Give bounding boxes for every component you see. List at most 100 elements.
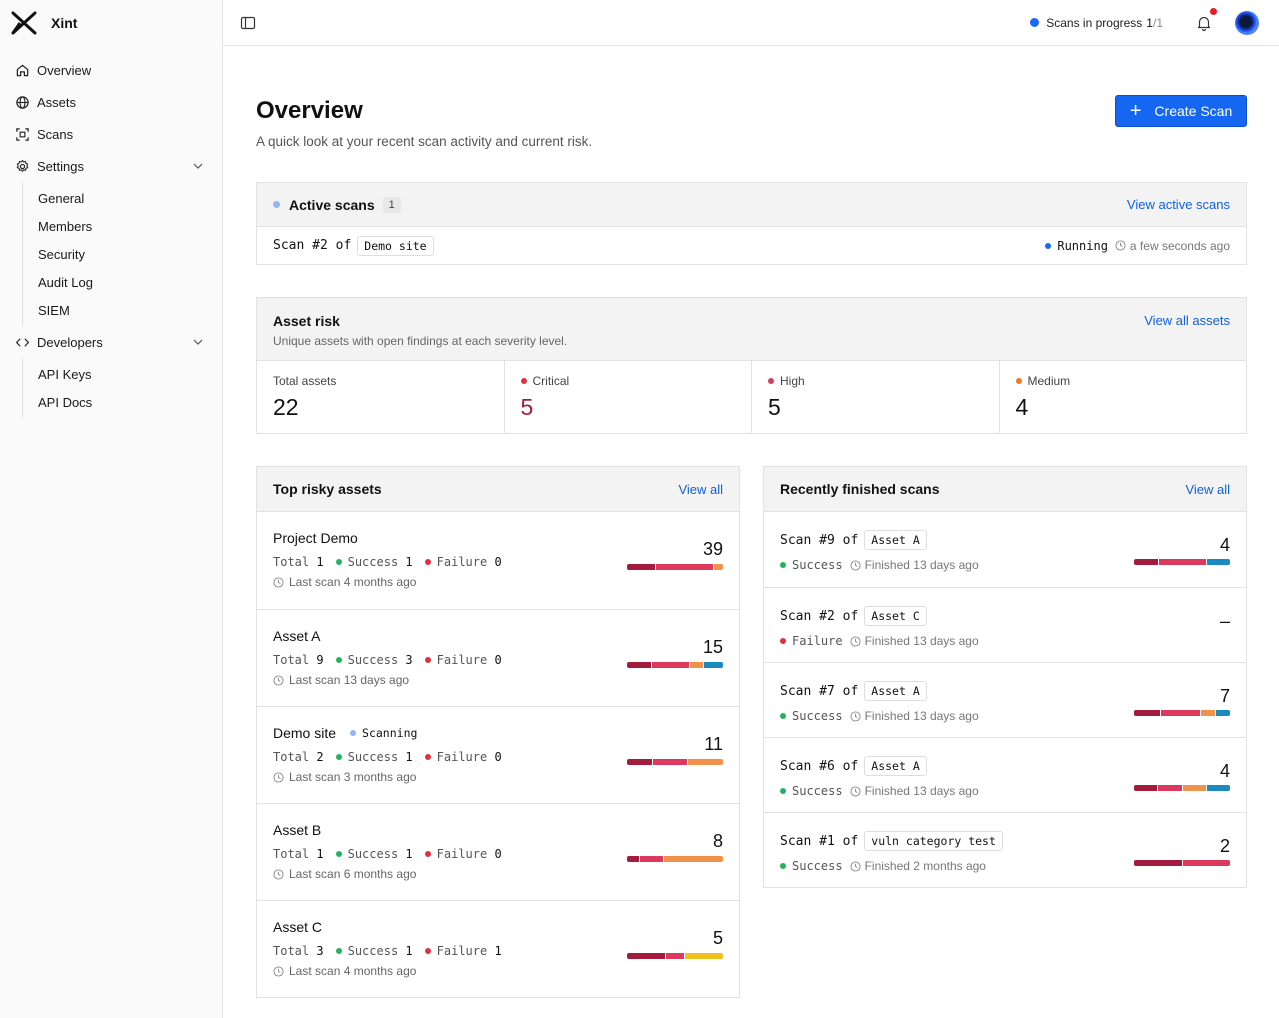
- progress-dot-icon: [1030, 18, 1040, 27]
- scan-status: Success: [792, 709, 843, 723]
- total-label: Total: [273, 555, 310, 569]
- severity-segment-high: [656, 564, 713, 570]
- severity-segment-low: [1216, 710, 1230, 716]
- sidebar-subitem-general[interactable]: General: [23, 184, 222, 212]
- asset-row[interactable]: Asset C Total 3 Success 1 Failure 1 Last sca…: [257, 900, 739, 997]
- page-title: Overview: [256, 97, 363, 124]
- scan-finished: Finished 13 days ago: [864, 558, 979, 572]
- view-all-assets-button[interactable]: View all: [678, 482, 723, 497]
- sidebar-item-label: Overview: [37, 62, 92, 78]
- scan-target: Asset A: [864, 756, 927, 776]
- severity-segment-critical: [1134, 785, 1158, 791]
- active-dot-icon: [273, 201, 280, 208]
- sidebar-item-developers[interactable]: Developers: [0, 326, 222, 358]
- active-scan-row[interactable]: Scan #2 of Demo site Running a few secon…: [257, 227, 1246, 264]
- scans-count-current: 1: [1146, 15, 1153, 30]
- sidebar-subitem-api-keys[interactable]: API Keys: [23, 360, 222, 388]
- status-dot-icon: [780, 713, 786, 719]
- asset-risk-heading: Asset risk Unique assets with open findi…: [273, 313, 567, 348]
- total-label: Total: [273, 944, 310, 958]
- bell-icon: [1197, 16, 1211, 31]
- gear-icon: [15, 159, 30, 174]
- clock-icon: [1115, 240, 1126, 251]
- asset-row[interactable]: Demo site Scanning Total 2 Success 1 Failure…: [257, 706, 739, 803]
- chevron-down-icon[interactable]: [192, 336, 204, 348]
- scan-status: Success: [792, 859, 843, 873]
- top-risky-assets-title: Top risky assets: [273, 481, 382, 497]
- topbar: Scans in progress 1/1: [223, 0, 1279, 46]
- running-dot-icon: [1045, 242, 1052, 249]
- scan-row[interactable]: Scan #7 of Asset A Success Finished 13 days…: [764, 662, 1246, 737]
- scan-row[interactable]: Scan #9 of Asset A Success Finished 13 days…: [764, 512, 1246, 587]
- notification-badge: [1210, 7, 1217, 15]
- globe-icon: [15, 95, 30, 110]
- scan-title: Scan #2 of Asset C: [780, 606, 1230, 626]
- view-active-scans-link[interactable]: View active scans: [1127, 197, 1230, 212]
- sidebar-item-label: Scans: [37, 126, 74, 142]
- asset-row[interactable]: Project Demo Total 1 Success 1 Failure 0 Las…: [257, 512, 739, 609]
- scans-in-progress-label: Scans in progress: [1046, 15, 1143, 30]
- severity-segment-critical: [627, 564, 656, 570]
- failure-label: Failure: [436, 555, 488, 569]
- sidebar-toggle-icon[interactable]: [240, 15, 256, 31]
- critical-label: Critical: [532, 374, 570, 388]
- clock-icon: [850, 635, 861, 647]
- scan-rows: Scan #9 of Asset A Success Finished 13 days…: [764, 512, 1246, 887]
- sidebar-subitem-audit-log[interactable]: Audit Log: [23, 268, 222, 296]
- sidebar-subitem-siem[interactable]: SIEM: [23, 296, 222, 324]
- chevron-down-icon[interactable]: [192, 160, 204, 172]
- asset-risk-header: Asset risk Unique assets with open findi…: [257, 298, 1246, 361]
- asset-name: Demo site: [273, 725, 337, 741]
- scan-row[interactable]: Scan #6 of Asset A Success Finished 13 days…: [764, 737, 1246, 812]
- stat-total-assets: Total assets 22: [257, 361, 505, 433]
- sidebar-item-label: Assets: [37, 94, 77, 110]
- last-scan: Last scan 13 days ago: [273, 673, 723, 687]
- create-scan-label: Create Scan: [1154, 103, 1233, 119]
- failure-label: Failure: [436, 653, 488, 667]
- sidebar-item-assets[interactable]: Assets: [0, 86, 222, 118]
- stat-critical: Critical 5: [505, 361, 752, 433]
- scan-finished: Finished 13 days ago: [864, 784, 979, 798]
- asset-score: 8: [712, 831, 723, 851]
- total-count: 3: [316, 944, 324, 958]
- stat-high: High 5: [752, 361, 1000, 433]
- severity-segment-low: [1206, 785, 1230, 791]
- active-scans-header: Active scans 1 View active scans: [257, 183, 1246, 227]
- asset-row[interactable]: Asset B Total 1 Success 1 Failure 0 Last sca…: [257, 803, 739, 900]
- sidebar-item-settings[interactable]: Settings: [0, 150, 222, 182]
- total-label: Total: [273, 653, 310, 667]
- scan-icon: [15, 127, 30, 142]
- view-all-assets-link[interactable]: View all assets: [1144, 313, 1230, 328]
- success-count: 1: [405, 847, 413, 861]
- stat-value: 5: [768, 394, 781, 420]
- severity-segment-critical: [627, 953, 665, 959]
- scan-prefix: Scan #9 of: [780, 532, 859, 548]
- create-scan-button[interactable]: + Create Scan: [1115, 95, 1247, 127]
- asset-name-wrap: Asset A: [273, 628, 723, 644]
- stat-label: High: [768, 374, 983, 388]
- scan-row[interactable]: Scan #1 of vuln category test Success Finis…: [764, 812, 1246, 887]
- scan-row[interactable]: Scan #2 of Asset C Failure Finished 13 days…: [764, 587, 1246, 662]
- brand[interactable]: Xint: [0, 0, 222, 46]
- scanning-badge: Scanning: [350, 726, 417, 740]
- total-count: 1: [316, 555, 324, 569]
- avatar[interactable]: [1235, 10, 1259, 35]
- asset-row[interactable]: Asset A Total 9 Success 3 Failure 0 Last sca…: [257, 609, 739, 706]
- failure-count: 0: [494, 750, 502, 764]
- success-dot-icon: [335, 851, 342, 857]
- failure-label: Failure: [436, 944, 488, 958]
- page-subtitle: A quick look at your recent scan activit…: [256, 134, 593, 149]
- total-count: 1: [316, 847, 324, 861]
- sidebar-subitem-security[interactable]: Security: [23, 240, 222, 268]
- status-dot-icon: [780, 788, 786, 794]
- sidebar-item-overview[interactable]: Overview: [0, 54, 222, 86]
- scans-in-progress[interactable]: Scans in progress 1/1: [1030, 16, 1163, 30]
- sidebar-subitem-api-docs[interactable]: API Docs: [23, 388, 222, 416]
- active-scan-status: Running a few seconds ago: [1045, 239, 1230, 253]
- xint-logo-icon: [11, 11, 37, 35]
- success-count: 3: [405, 653, 413, 667]
- sidebar-subitem-members[interactable]: Members: [23, 212, 222, 240]
- notifications-button[interactable]: [1195, 7, 1217, 32]
- sidebar-item-scans[interactable]: Scans: [0, 118, 222, 150]
- view-all-scans-button[interactable]: View all: [1185, 482, 1230, 497]
